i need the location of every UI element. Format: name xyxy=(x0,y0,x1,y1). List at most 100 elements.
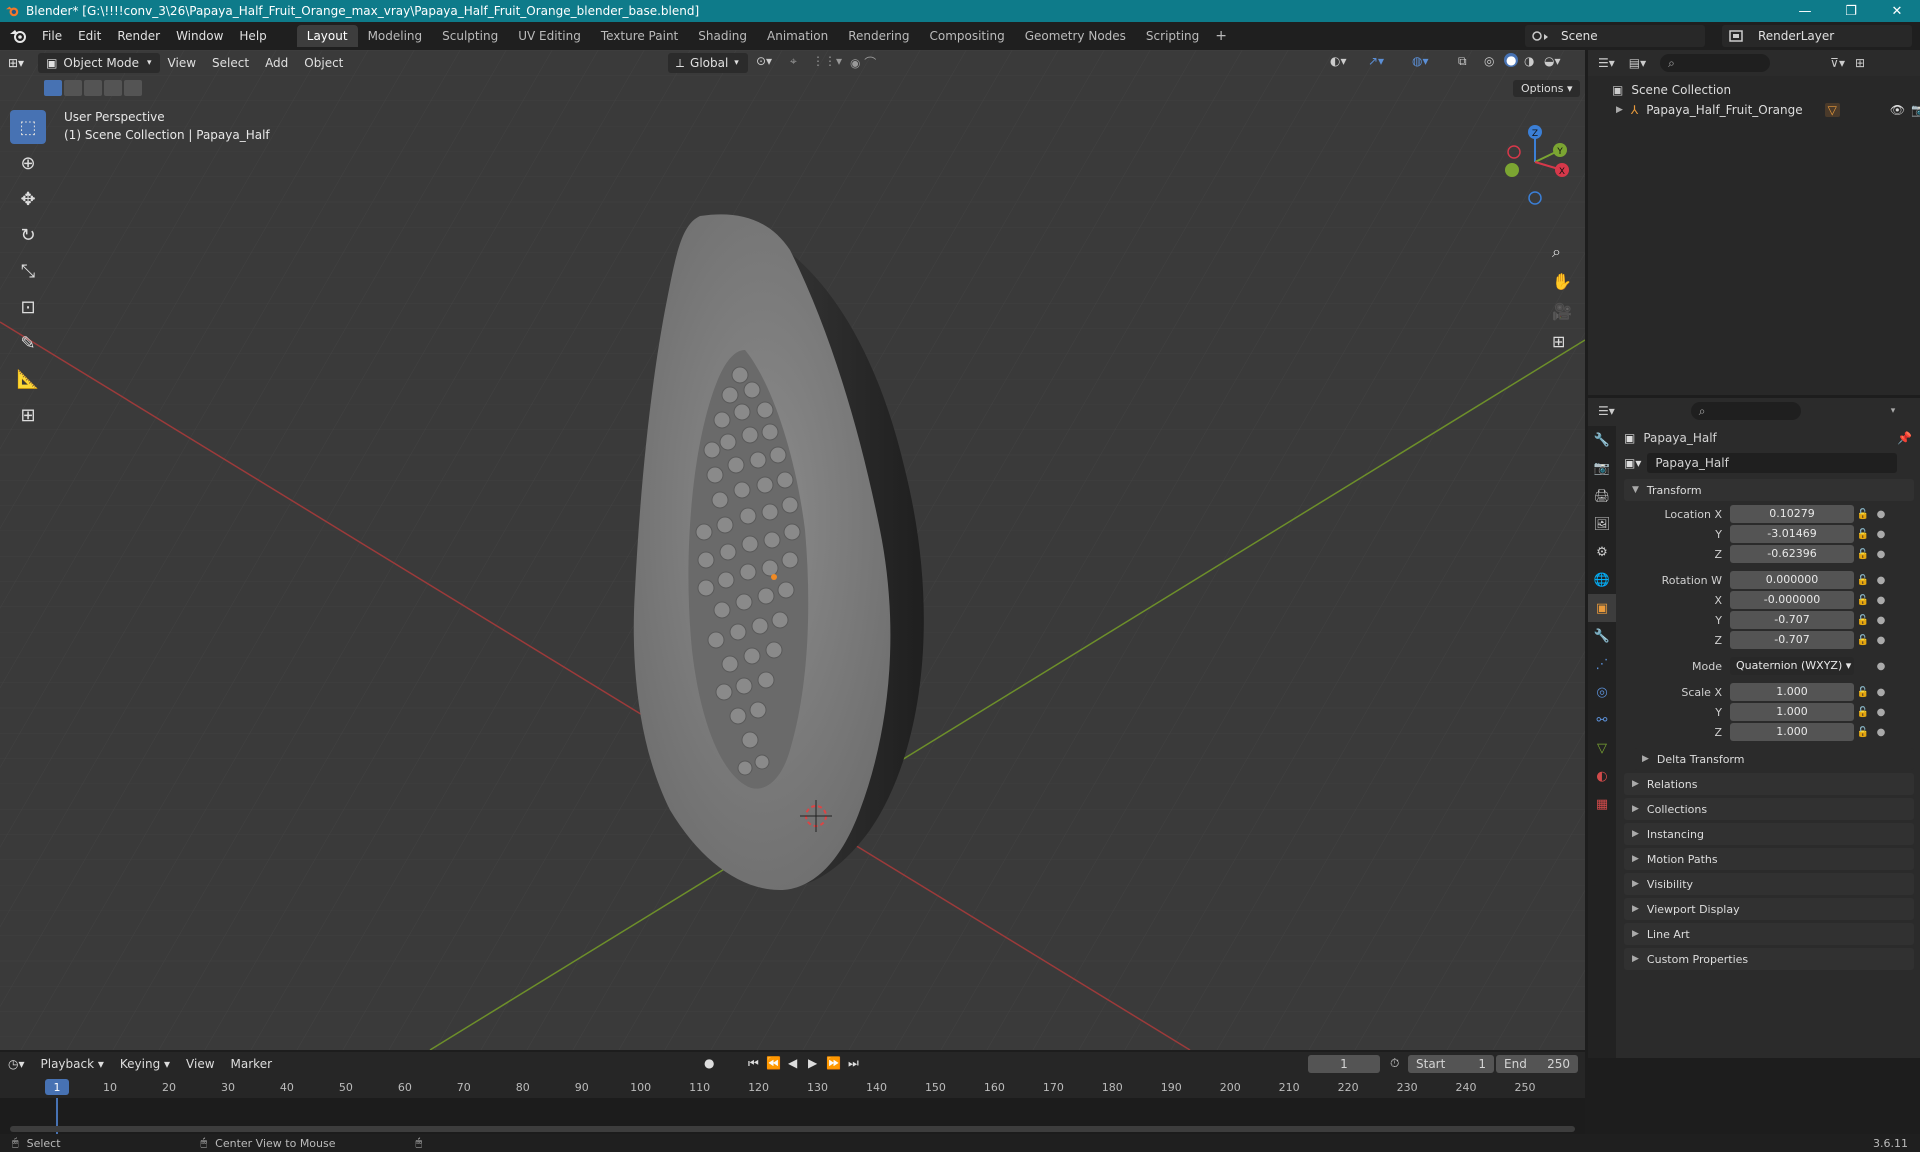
xray-toggle-icon[interactable]: ⧉ xyxy=(1458,54,1467,69)
properties-search-field[interactable]: ⌕ xyxy=(1690,402,1801,420)
timeline-scrollbar[interactable] xyxy=(10,1126,1575,1132)
viewport-menu-view[interactable]: View xyxy=(160,54,204,72)
tab-animation[interactable]: Animation xyxy=(757,25,838,47)
location-x-field[interactable]: 0.10279 xyxy=(1730,505,1854,523)
annotate-tool-icon[interactable]: ✎ xyxy=(10,326,46,360)
blender-menu-icon[interactable] xyxy=(8,26,28,46)
new-collection-icon[interactable]: ⊞ xyxy=(1855,56,1865,70)
visibility-filter-icon[interactable]: ◐▾ xyxy=(1330,54,1347,68)
pan-hand-icon[interactable]: ✋ xyxy=(1552,272,1572,291)
menu-window[interactable]: Window xyxy=(168,29,231,43)
panel-visibility[interactable]: ▶ Visibility xyxy=(1624,873,1914,895)
view-layer-tab-icon[interactable]: 🖼 xyxy=(1588,510,1616,538)
keyframe-dot-icon[interactable]: ● xyxy=(1872,707,1890,718)
viewport-menu-object[interactable]: Object xyxy=(296,54,351,72)
zoom-icon[interactable]: ⌕ xyxy=(1552,242,1561,262)
rotation-x-field[interactable]: -0.000000 xyxy=(1730,591,1854,609)
select-extend-icon[interactable] xyxy=(64,80,82,96)
stopwatch-icon[interactable]: ⏱ xyxy=(1390,1056,1399,1071)
tab-uv-editing[interactable]: UV Editing xyxy=(508,25,591,47)
lock-icon[interactable]: 🔓 xyxy=(1854,595,1872,606)
pivot-icon[interactable]: ⊙▾ xyxy=(756,54,772,68)
outliner-editor-icon[interactable]: ☰▾ xyxy=(1598,56,1615,70)
lock-icon[interactable]: 🔓 xyxy=(1854,549,1872,560)
tab-rendering[interactable]: Rendering xyxy=(838,25,919,47)
snap-target-icon[interactable]: ⋮⋮▾ xyxy=(812,54,842,68)
select-subtract-icon[interactable] xyxy=(84,80,102,96)
location-z-field[interactable]: -0.62396 xyxy=(1730,545,1854,563)
add-cube-tool-icon[interactable]: ⊞ xyxy=(10,398,46,432)
viewport-menu-add[interactable]: Add xyxy=(257,54,296,72)
lock-icon[interactable]: 🔓 xyxy=(1854,687,1872,698)
lock-icon[interactable]: 🔓 xyxy=(1854,529,1872,540)
panel-line-art[interactable]: ▶ Line Art xyxy=(1624,923,1914,945)
solid-shading-icon[interactable]: ● xyxy=(1504,53,1519,67)
rotation-y-field[interactable]: -0.707 xyxy=(1730,611,1854,629)
camera-view-icon[interactable]: 🎥 xyxy=(1552,302,1572,321)
rotate-tool-icon[interactable]: ↻ xyxy=(10,218,46,252)
properties-editor-icon[interactable]: ☰▾ xyxy=(1598,404,1615,418)
menu-render[interactable]: Render xyxy=(109,29,168,43)
menu-help[interactable]: Help xyxy=(231,29,274,43)
timeline-menu-marker[interactable]: Marker xyxy=(223,1057,280,1071)
proportional-edit-icon[interactable]: ◉ ⌒ xyxy=(850,54,876,71)
tab-texture-paint[interactable]: Texture Paint xyxy=(591,25,688,47)
keyframe-dot-icon[interactable]: ● xyxy=(1872,549,1890,560)
panel-viewport-display[interactable]: ▶ Viewport Display xyxy=(1624,898,1914,920)
physics-tab-icon[interactable]: ◎ xyxy=(1588,678,1616,706)
display-mode-icon[interactable]: ▤▾ xyxy=(1629,56,1646,70)
3d-viewport[interactable]: ⊞▾ ▣ Object Mode ▾ View Select Add Objec… xyxy=(0,50,1585,1050)
grid-view-icon[interactable]: ⊞ xyxy=(1552,332,1565,351)
keyframe-dot-icon[interactable]: ● xyxy=(1872,529,1890,540)
select-intersect-icon[interactable] xyxy=(124,80,142,96)
rotation-z-field[interactable]: -0.707 xyxy=(1730,631,1854,649)
panel-motion-paths[interactable]: ▶ Motion Paths xyxy=(1624,848,1914,870)
scale-x-field[interactable]: 1.000 xyxy=(1730,683,1854,701)
timeline-menu-playback[interactable]: Playback ▾ xyxy=(33,1057,112,1071)
wireframe-shading-icon[interactable]: ◎ xyxy=(1484,54,1494,68)
panel-custom-properties[interactable]: ▶ Custom Properties xyxy=(1624,948,1914,970)
gizmo-toggle-icon[interactable]: ↗▾ xyxy=(1368,54,1384,68)
prev-keyframe-icon[interactable]: ⏪ xyxy=(766,1056,781,1070)
lock-icon[interactable]: 🔓 xyxy=(1854,509,1872,520)
material-tab-icon[interactable]: ◐ xyxy=(1588,762,1616,790)
keyframe-dot-icon[interactable]: ● xyxy=(1872,661,1890,672)
lock-icon[interactable]: 🔓 xyxy=(1854,635,1872,646)
keyframe-dot-icon[interactable]: ● xyxy=(1872,595,1890,606)
location-y-field[interactable]: -3.01469 xyxy=(1730,525,1854,543)
chevron-down-icon[interactable]: ▾ xyxy=(1891,406,1896,416)
keyframe-dot-icon[interactable]: ● xyxy=(1872,727,1890,738)
menu-edit[interactable]: Edit xyxy=(70,29,109,43)
select-box-tool-icon[interactable]: ⬚ xyxy=(10,110,46,144)
tab-geometry-nodes[interactable]: Geometry Nodes xyxy=(1015,25,1136,47)
scale-y-field[interactable]: 1.000 xyxy=(1730,703,1854,721)
select-invert-icon[interactable] xyxy=(104,80,122,96)
timeline-menu-keying[interactable]: Keying ▾ xyxy=(112,1057,178,1071)
snap-icon[interactable]: ⌖ xyxy=(790,54,797,69)
keyframe-dot-icon[interactable]: ● xyxy=(1872,575,1890,586)
lock-icon[interactable]: 🔓 xyxy=(1854,727,1872,738)
viewport-menu-select[interactable]: Select xyxy=(204,54,257,72)
eye-visibility-icon[interactable]: 👁 xyxy=(1890,103,1905,117)
rendered-shading-icon[interactable]: ◒▾ xyxy=(1544,54,1561,68)
record-button-icon[interactable]: ● xyxy=(704,1056,714,1070)
maximize-button[interactable]: ❐ xyxy=(1828,4,1874,19)
scene-tab-icon[interactable]: ⚙ xyxy=(1588,538,1616,566)
axis-gizmo[interactable]: Z Y X xyxy=(1490,110,1580,370)
add-workspace-button[interactable]: + xyxy=(1209,28,1233,44)
lock-icon[interactable]: 🔓 xyxy=(1854,615,1872,626)
expand-arrow-icon[interactable]: ▶ xyxy=(1616,105,1623,115)
select-new-icon[interactable] xyxy=(44,80,62,96)
camera-render-icon[interactable]: 📷 xyxy=(1911,103,1920,117)
transform-tool-icon[interactable]: ⊡ xyxy=(10,290,46,324)
output-tab-icon[interactable]: 🖨 xyxy=(1588,482,1616,510)
menu-file[interactable]: File xyxy=(34,29,70,43)
timeline-track-area[interactable] xyxy=(0,1098,1585,1134)
world-tab-icon[interactable]: 🌐 xyxy=(1588,566,1616,594)
scene-selector[interactable]: Scene xyxy=(1525,25,1705,47)
options-dropdown[interactable]: Options ▾ xyxy=(1513,80,1581,97)
navigation-gizmo[interactable]: Z Y X ⌕ ✋ 🎥 ⊞ xyxy=(1490,110,1580,370)
cursor-tool-icon[interactable]: ⊕ xyxy=(10,146,46,180)
data-tab-icon[interactable]: ▽ xyxy=(1588,734,1616,762)
timeline-menu-view[interactable]: View xyxy=(178,1057,222,1071)
